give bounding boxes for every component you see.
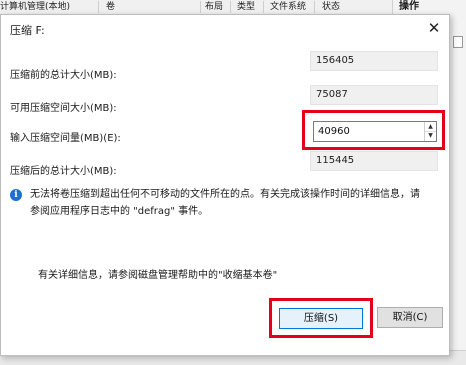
size-before-label: 压缩前的总计大小(MB): (10, 70, 117, 81)
shrink-amount-label: 输入压缩空间量(MB)(E): (10, 133, 121, 144)
actions-heading: 操作 (399, 1, 419, 12)
column-header[interactable]: 文件系统 (270, 0, 306, 14)
spin-down-icon[interactable]: ▼ (425, 131, 436, 140)
shrink-dialog: 压缩 F: ✕ 压缩前的总计大小(MB): 156405 可用压缩空间大小(MB… (0, 14, 450, 356)
column-header[interactable]: 类型 (237, 0, 255, 14)
shrink-button[interactable]: 压缩(S) (279, 308, 363, 329)
shrink-amount-highlight: 40960 ▲ ▼ (302, 110, 445, 150)
info-message-line: 参阅应用程序日志中的 "defrag" 事件。 (30, 206, 209, 217)
help-note: 有关详细信息，请参阅磁盘管理帮助中的"收缩基本卷" (38, 270, 278, 281)
size-before-value: 156405 (310, 51, 438, 71)
shrink-amount-stepper[interactable]: ▲ ▼ (424, 122, 436, 141)
more-actions-icon[interactable] (453, 36, 463, 48)
close-icon[interactable]: ✕ (425, 19, 443, 37)
info-message-line: 无法将卷压缩到超出任何不可移动的文件所在的点。有关完成该操作时间的详细信息，请 (30, 189, 420, 200)
size-after-label: 压缩后的总计大小(MB): (10, 166, 117, 177)
available-space-label: 可用压缩空间大小(MB): (10, 103, 117, 114)
info-message: 无法将卷压缩到超出任何不可移动的文件所在的点。有关完成该操作时间的详细信息，请 … (30, 186, 435, 220)
dialog-titlebar: 压缩 F: ✕ (1, 15, 449, 43)
available-space-value: 75087 (310, 85, 438, 105)
column-header[interactable]: 状态 (322, 0, 340, 14)
info-icon: i (10, 189, 22, 201)
size-after-value: 115445 (310, 151, 438, 171)
column-header[interactable]: 卷 (106, 0, 115, 14)
column-header[interactable]: 布局 (205, 0, 223, 14)
column-header[interactable]: 计算机管理(本地) (0, 0, 70, 14)
shrink-amount-input[interactable]: 40960 ▲ ▼ (313, 121, 437, 142)
dialog-title: 压缩 F: (10, 24, 45, 37)
shrink-button-highlight: 压缩(S) (269, 298, 373, 338)
shrink-amount-value: 40960 (318, 126, 350, 137)
cancel-button[interactable]: 取消(C) (377, 307, 443, 328)
